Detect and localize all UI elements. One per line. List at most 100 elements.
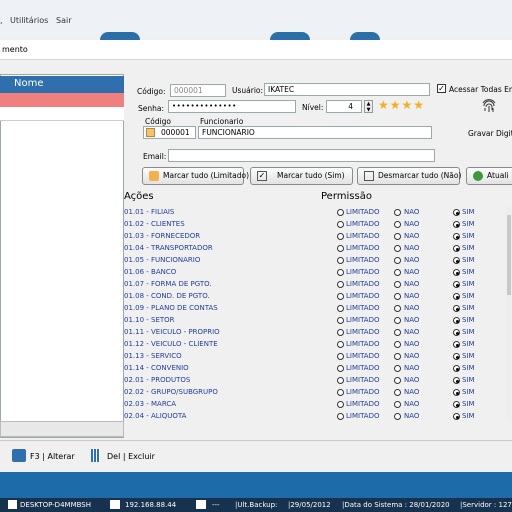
radio-sim[interactable] [453,245,460,252]
radio-sim[interactable] [453,269,460,276]
radio-sim[interactable] [453,305,460,312]
alterar-button[interactable]: F3 | Alterar [30,452,75,461]
radio-label-limitado: LIMITADO [346,208,380,216]
radio-nao[interactable] [394,245,401,252]
radio-label-nao: NAO [404,400,420,408]
radio-limitado[interactable] [337,245,344,252]
radio-sim[interactable] [453,233,460,240]
search-icon[interactable] [146,128,155,137]
fingerprint-icon[interactable] [481,97,497,115]
senha-field[interactable]: •••••••••••••• [168,100,296,113]
radio-sim[interactable] [453,281,460,288]
radio-nao[interactable] [394,305,401,312]
nivel-spinner[interactable]: ▲ ▼ [364,100,373,113]
radio-sim[interactable] [453,365,460,372]
permission-action: 01.13 - SERVICO [124,352,182,360]
scrollbar-thumb[interactable] [507,215,511,295]
radio-sim[interactable] [453,257,460,264]
radio-limitado[interactable] [337,305,344,312]
permission-row: 02.03 - MARCA LIMITADO NAO SIM [124,400,512,412]
radio-sim[interactable] [453,209,460,216]
radio-label-nao: NAO [404,316,420,324]
radio-nao[interactable] [394,341,401,348]
usuario-field[interactable]: IKATEC [264,83,430,96]
menu-item-sair[interactable]: Sair [56,16,72,25]
radio-nao[interactable] [394,413,401,420]
radio-label-nao: NAO [404,328,420,336]
radio-sim[interactable] [453,341,460,348]
list-item-selected[interactable] [0,93,124,107]
permissao-header: Permissão [321,191,372,202]
radio-label-nao: NAO [404,364,420,372]
codigo-field[interactable]: 000001 [170,84,226,97]
radio-limitado[interactable] [337,281,344,288]
trash-icon[interactable] [91,449,100,462]
radio-limitado[interactable] [337,401,344,408]
radio-limitado[interactable] [337,293,344,300]
radio-limitado[interactable] [337,365,344,372]
radio-limitado[interactable] [337,413,344,420]
check-icon: ✓ [257,171,267,181]
radio-label-nao: NAO [404,304,420,312]
radio-nao[interactable] [394,317,401,324]
radio-limitado[interactable] [337,377,344,384]
radio-nao[interactable] [394,221,401,228]
acessar-label: Acessar Todas Emp [449,85,512,94]
radio-nao[interactable] [394,353,401,360]
radio-sim[interactable] [453,413,460,420]
radio-limitado[interactable] [337,329,344,336]
marcar-sim-label: Marcar tudo (Sim) [277,171,345,180]
radio-sim[interactable] [453,221,460,228]
radio-nao[interactable] [394,209,401,216]
permission-row: 01.03 - FORNECEDOR LIMITADO NAO SIM [124,232,512,244]
radio-limitado[interactable] [337,233,344,240]
radio-limitado[interactable] [337,389,344,396]
radio-limitado[interactable] [337,353,344,360]
nivel-field[interactable]: 4 [326,100,362,113]
radio-sim[interactable] [453,389,460,396]
radio-nao[interactable] [394,365,401,372]
radio-limitado[interactable] [337,209,344,216]
radio-nao[interactable] [394,401,401,408]
menu-item-utilitarios[interactable]: Utilitários [10,16,48,25]
radio-limitado[interactable] [337,269,344,276]
radio-sim[interactable] [453,293,460,300]
radio-nao[interactable] [394,329,401,336]
email-field[interactable] [168,149,435,162]
radio-nao[interactable] [394,233,401,240]
radio-nao[interactable] [394,377,401,384]
radio-label-sim: SIM [462,292,475,300]
list-item[interactable] [0,107,124,121]
permission-row: 01.05 - FUNCIONARIO LIMITADO NAO SIM [124,256,512,268]
radio-limitado[interactable] [337,221,344,228]
radio-sim[interactable] [453,353,460,360]
marcar-sim-button[interactable]: ✓ Marcar tudo (Sim) [250,167,353,185]
radio-nao[interactable] [394,269,401,276]
radio-nao[interactable] [394,257,401,264]
radio-nao[interactable] [394,389,401,396]
radio-label-sim: SIM [462,364,475,372]
marcar-limitado-button[interactable]: Marcar tudo (Limitado) [142,167,249,185]
list-header[interactable]: Nome [0,76,124,93]
radio-label-nao: NAO [404,256,420,264]
radio-sim[interactable] [453,329,460,336]
dialog-title: mento [2,45,28,54]
radio-sim[interactable] [453,377,460,384]
radio-nao[interactable] [394,293,401,300]
radio-limitado[interactable] [337,341,344,348]
atualizar-button[interactable]: Atuali [466,167,512,185]
excluir-button[interactable]: Del | Excluir [107,452,155,461]
radio-sim[interactable] [453,317,460,324]
acessar-checkbox[interactable]: ✓ [437,84,446,93]
radio-limitado[interactable] [337,317,344,324]
permission-row: 01.06 - BANCO LIMITADO NAO SIM [124,268,512,280]
radio-nao[interactable] [394,281,401,288]
desmarcar-nao-button[interactable]: Desmarcar tudo (Não) [357,167,461,185]
edit-icon[interactable] [12,449,26,462]
funcionario-field[interactable]: FUNCIONARIO [198,126,432,139]
radio-limitado[interactable] [337,257,344,264]
radio-sim[interactable] [453,401,460,408]
permission-row: 01.08 - COND. DE PGTO. LIMITADO NAO SIM [124,292,512,304]
radio-label-sim: SIM [462,232,475,240]
permission-row: 02.04 - ALIQUOTA LIMITADO NAO SIM [124,412,512,424]
